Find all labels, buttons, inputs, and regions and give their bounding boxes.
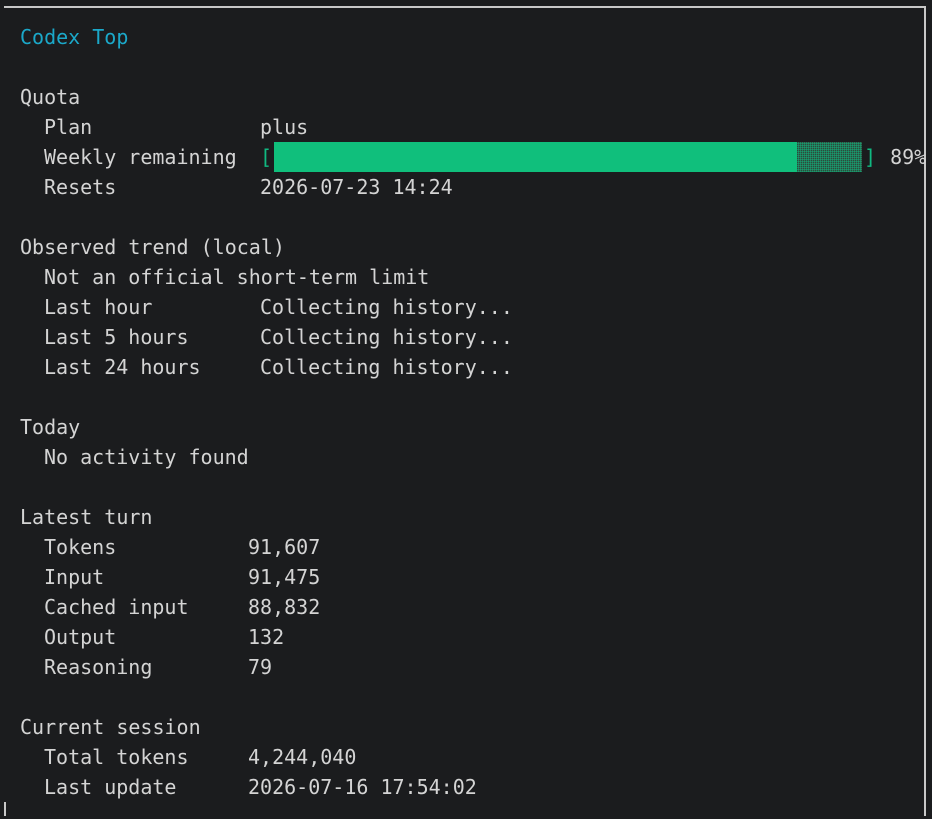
- latest-turn-value: 91,475: [248, 565, 321, 589]
- trend-label: Last 5 hours: [44, 325, 189, 349]
- session-label: Last update: [44, 775, 177, 799]
- latest-turn-row: Cached input 88,832: [20, 592, 513, 622]
- latest-turn-label: Tokens: [44, 535, 117, 559]
- weekly-remaining-label: Weekly remaining: [44, 145, 237, 169]
- trend-label: Last hour: [44, 295, 153, 319]
- plan-row: Plan plus: [20, 112, 513, 142]
- bracket-open: [: [260, 145, 273, 169]
- trend-row: Last hour Collecting history...: [20, 292, 513, 322]
- trend-note: Not an official short-term limit: [44, 265, 430, 289]
- trend-value: Collecting history...: [260, 355, 513, 379]
- latest-turn-label: Reasoning: [44, 655, 153, 679]
- latest-turn-label: Input: [44, 565, 105, 589]
- today-heading: Today: [20, 415, 81, 439]
- resets-label: Resets: [44, 175, 117, 199]
- session-value: 2026-07-16 17:54:02: [248, 775, 477, 799]
- resets-row: Resets 2026-07-23 14:24: [20, 172, 513, 202]
- plan-value: plus: [260, 115, 309, 139]
- trend-value: Collecting history...: [260, 325, 513, 349]
- weekly-percent: 89%: [890, 145, 927, 169]
- today-message: No activity found: [44, 445, 249, 469]
- session-row: Total tokens 4,244,040: [20, 742, 513, 772]
- trend-row: Last 24 hours Collecting history...: [20, 352, 513, 382]
- terminal-output: Codex Top Quota Plan plus Weekly remainin…: [20, 22, 926, 802]
- trend-heading: Observed trend (local): [20, 235, 285, 259]
- weekly-remaining-row: Weekly remaining [] 89%: [20, 142, 926, 172]
- latest-turn-row: Output 132: [20, 622, 513, 652]
- app-title: Codex Top: [20, 25, 129, 49]
- latest-turn-value: 88,832: [248, 595, 321, 619]
- latest-turn-label: Output: [44, 625, 117, 649]
- session-heading: Current session: [20, 715, 201, 739]
- frame-corner: [4, 802, 6, 816]
- progress-fill: [274, 142, 798, 172]
- latest-turn-row: Tokens 91,607: [20, 532, 513, 562]
- session-row: Last update 2026-07-16 17:54:02: [20, 772, 513, 802]
- latest-turn-value: 91,607: [248, 535, 321, 559]
- latest-turn-value: 79: [248, 655, 273, 679]
- trend-row: Last 5 hours Collecting history...: [20, 322, 513, 352]
- latest-turn-row: Reasoning 79: [20, 652, 513, 682]
- weekly-progress: [] 89%: [260, 142, 926, 172]
- session-label: Total tokens: [44, 745, 189, 769]
- latest-turn-row: Input 91,475: [20, 562, 513, 592]
- progress-track: [274, 142, 863, 172]
- trend-value: Collecting history...: [260, 295, 513, 319]
- latest-turn-label: Cached input: [44, 595, 189, 619]
- plan-label: Plan: [44, 115, 93, 139]
- resets-value: 2026-07-23 14:24: [260, 175, 453, 199]
- bracket-close: ]: [864, 145, 877, 169]
- session-value: 4,244,040: [248, 745, 357, 769]
- trend-label: Last 24 hours: [44, 355, 201, 379]
- latest-turn-heading: Latest turn: [20, 505, 153, 529]
- latest-turn-value: 132: [248, 625, 285, 649]
- quota-heading: Quota: [20, 85, 81, 109]
